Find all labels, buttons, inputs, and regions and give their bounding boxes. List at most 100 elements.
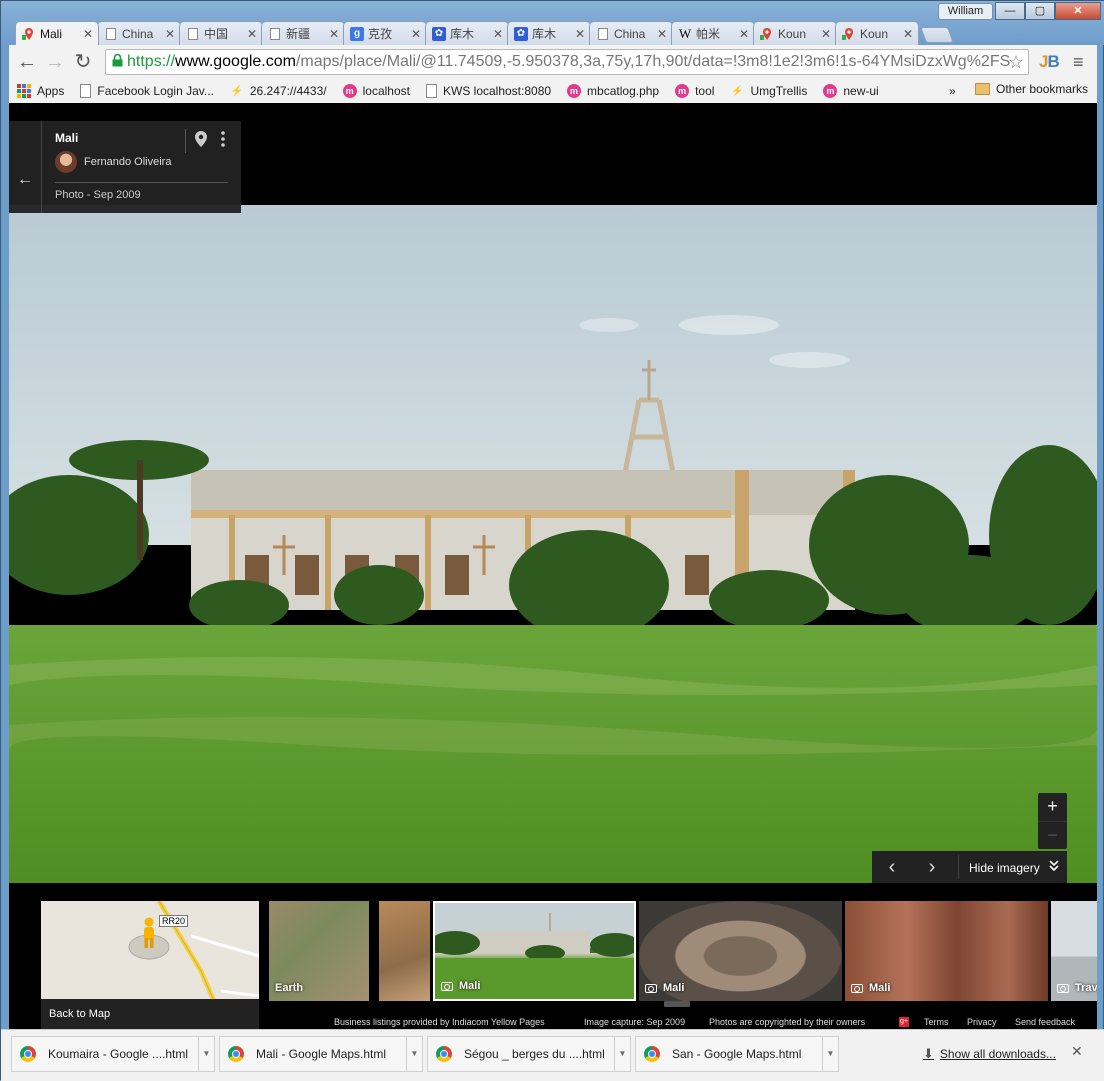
tab-mali[interactable]: Mali ✕	[15, 21, 99, 45]
photo-info-card: ← Mali Fernando Oliveira Photo - Sep 200…	[9, 121, 241, 213]
street-photo[interactable]	[9, 205, 1097, 883]
tab-close-icon[interactable]: ✕	[328, 27, 340, 41]
profile-button[interactable]: William	[938, 3, 993, 20]
google-plus-icon[interactable]: g+	[899, 1017, 909, 1027]
chevron-down-icon[interactable]: ▼	[406, 1036, 422, 1072]
more-vert-icon[interactable]	[221, 131, 227, 147]
tab-china[interactable]: China ✕	[97, 21, 181, 45]
filmstrip-scrollbar[interactable]	[664, 1001, 690, 1007]
bookmarks-overflow-button[interactable]: »	[949, 84, 956, 98]
tab-list: Mali ✕ China ✕ 中国 ✕ 新疆 ✕ g 克孜 ✕ ✿ 库木 ✕ ✿…	[15, 21, 954, 45]
new-tab-button[interactable]	[920, 27, 954, 43]
hide-imagery-button[interactable]: Hide imagery	[969, 859, 1059, 875]
chevron-double-down-icon	[1049, 859, 1059, 875]
bookmark-star-icon[interactable]: ☆	[1008, 52, 1024, 73]
chevron-down-icon[interactable]: ▼	[198, 1036, 214, 1072]
bookmark-facebook-login[interactable]: Facebook Login Jav...	[80, 84, 214, 98]
photo-filmstrip: RR20 Back to Map Earth Mali Mali Mali Tr…	[9, 899, 1097, 1029]
bookmark-26-247[interactable]: ⚡ 26.247://4433/	[230, 84, 327, 98]
thumbnail-mud-house[interactable]: Mali	[845, 901, 1048, 1001]
thumbnail-rock[interactable]: Mali	[639, 901, 842, 1001]
map-pin-icon[interactable]	[195, 131, 207, 151]
chrome-file-icon	[20, 1046, 36, 1062]
camera-icon	[851, 983, 863, 993]
tab-label: 帕米	[696, 27, 721, 41]
avatar[interactable]	[55, 151, 77, 173]
tab-zhongguo[interactable]: 中国 ✕	[179, 21, 263, 45]
tab-close-icon[interactable]: ✕	[820, 27, 832, 41]
forward-button[interactable]: →	[41, 48, 69, 76]
zoom-out-button[interactable]: −	[1038, 821, 1067, 849]
tab-close-icon[interactable]: ✕	[902, 27, 914, 41]
tab-close-icon[interactable]: ✕	[492, 27, 504, 41]
close-window-button[interactable]: ✕	[1055, 2, 1101, 20]
thumbnail-earth[interactable]: Earth	[269, 901, 369, 1001]
chevron-down-icon[interactable]: ▼	[822, 1036, 838, 1072]
tab-kumu-1[interactable]: ✿ 库木 ✕	[425, 21, 509, 45]
show-all-downloads-link[interactable]: ⬇ Show all downloads...	[923, 1046, 1056, 1062]
tab-close-icon[interactable]: ✕	[410, 27, 422, 41]
download-item[interactable]: Mali - Google Maps.html ▼	[219, 1036, 423, 1072]
bookmark-new-ui[interactable]: m new-ui	[823, 84, 879, 98]
bookmark-mbcatlog[interactable]: m mbcatlog.php	[567, 84, 659, 98]
m-icon: m	[567, 84, 582, 98]
photo-author[interactable]: Fernando Oliveira	[84, 156, 171, 168]
place-title[interactable]: Mali	[55, 131, 78, 145]
tab-kezi[interactable]: g 克孜 ✕	[343, 21, 427, 45]
tab-xinjiang[interactable]: 新疆 ✕	[261, 21, 345, 45]
download-item[interactable]: Ségou _ berges du ....html ▼	[427, 1036, 631, 1072]
tab-close-icon[interactable]: ✕	[82, 27, 94, 41]
back-button[interactable]: ←	[13, 48, 41, 76]
tab-close-icon[interactable]: ✕	[656, 27, 668, 41]
tab-label: Mali	[40, 26, 63, 41]
download-bar: Koumaira - Google ....html ▼ Mali - Goog…	[1, 1029, 1104, 1081]
download-filename: San - Google Maps.html	[672, 1047, 802, 1061]
minimize-button[interactable]: —	[995, 2, 1025, 20]
send-feedback-link[interactable]: Send feedback	[1015, 1017, 1075, 1027]
bookmark-label: mbcatlog.php	[587, 84, 660, 98]
bookmark-localhost[interactable]: m localhost	[342, 84, 410, 98]
thumbnail-village[interactable]	[379, 901, 430, 1001]
bookmark-label: localhost	[362, 84, 410, 98]
maximize-button[interactable]: ▢	[1025, 2, 1055, 20]
next-photo-button[interactable]: ›	[912, 856, 952, 879]
bookmark-umgtrellis[interactable]: ⚡ UmgTrellis	[730, 84, 807, 98]
window-controls: — ▢ ✕	[995, 2, 1101, 20]
bookmark-kws-localhost[interactable]: KWS localhost:8080	[425, 84, 551, 98]
back-arrow-icon[interactable]: ←	[17, 171, 33, 189]
divider	[185, 129, 186, 153]
tab-koun-2[interactable]: Koun ✕	[835, 21, 919, 45]
tab-china-2[interactable]: China ✕	[589, 21, 673, 45]
download-arrow-icon: ⬇	[923, 1046, 934, 1061]
tab-close-icon[interactable]: ✕	[246, 27, 258, 41]
tab-koun-1[interactable]: Koun ✕	[753, 21, 837, 45]
bookmark-tool[interactable]: m tool	[675, 84, 714, 98]
tab-close-icon[interactable]: ✕	[574, 27, 586, 41]
download-item[interactable]: Koumaira - Google ....html ▼	[11, 1036, 215, 1072]
camera-icon	[1057, 983, 1069, 993]
previous-photo-button[interactable]: ‹	[872, 856, 912, 879]
chevron-down-icon[interactable]: ▼	[614, 1036, 630, 1072]
tab-label: 克孜	[368, 27, 393, 41]
chrome-menu-button[interactable]: ≡	[1073, 52, 1084, 73]
thumbnail-travel[interactable]: Trav	[1051, 901, 1097, 1001]
tab-close-icon[interactable]: ✕	[738, 27, 750, 41]
close-download-bar-icon[interactable]: ✕	[1071, 1043, 1083, 1060]
zoom-in-button[interactable]: +	[1038, 793, 1067, 821]
other-bookmarks[interactable]: Other bookmarks	[975, 82, 1088, 96]
pegman-icon[interactable]	[141, 917, 157, 954]
reload-button[interactable]: ↻	[69, 48, 97, 76]
thumbnail-mali-selected[interactable]: Mali	[433, 901, 636, 1001]
tab-pami[interactable]: W 帕米 ✕	[671, 21, 755, 45]
minimap[interactable]: RR20 Back to Map	[41, 901, 259, 1029]
privacy-link[interactable]: Privacy	[967, 1017, 997, 1027]
tab-kumu-2[interactable]: ✿ 库木 ✕	[507, 21, 591, 45]
download-item[interactable]: San - Google Maps.html ▼	[635, 1036, 839, 1072]
jetbrains-extension-icon[interactable]: JB	[1039, 52, 1060, 72]
bookmark-apps[interactable]: Apps	[17, 84, 64, 98]
bookmark-label: new-ui	[843, 84, 879, 98]
divider	[55, 182, 228, 183]
tab-close-icon[interactable]: ✕	[164, 27, 176, 41]
terms-link[interactable]: Terms	[924, 1017, 949, 1027]
address-bar[interactable]: https:// www.google.com /maps/place/Mali…	[105, 49, 1029, 75]
